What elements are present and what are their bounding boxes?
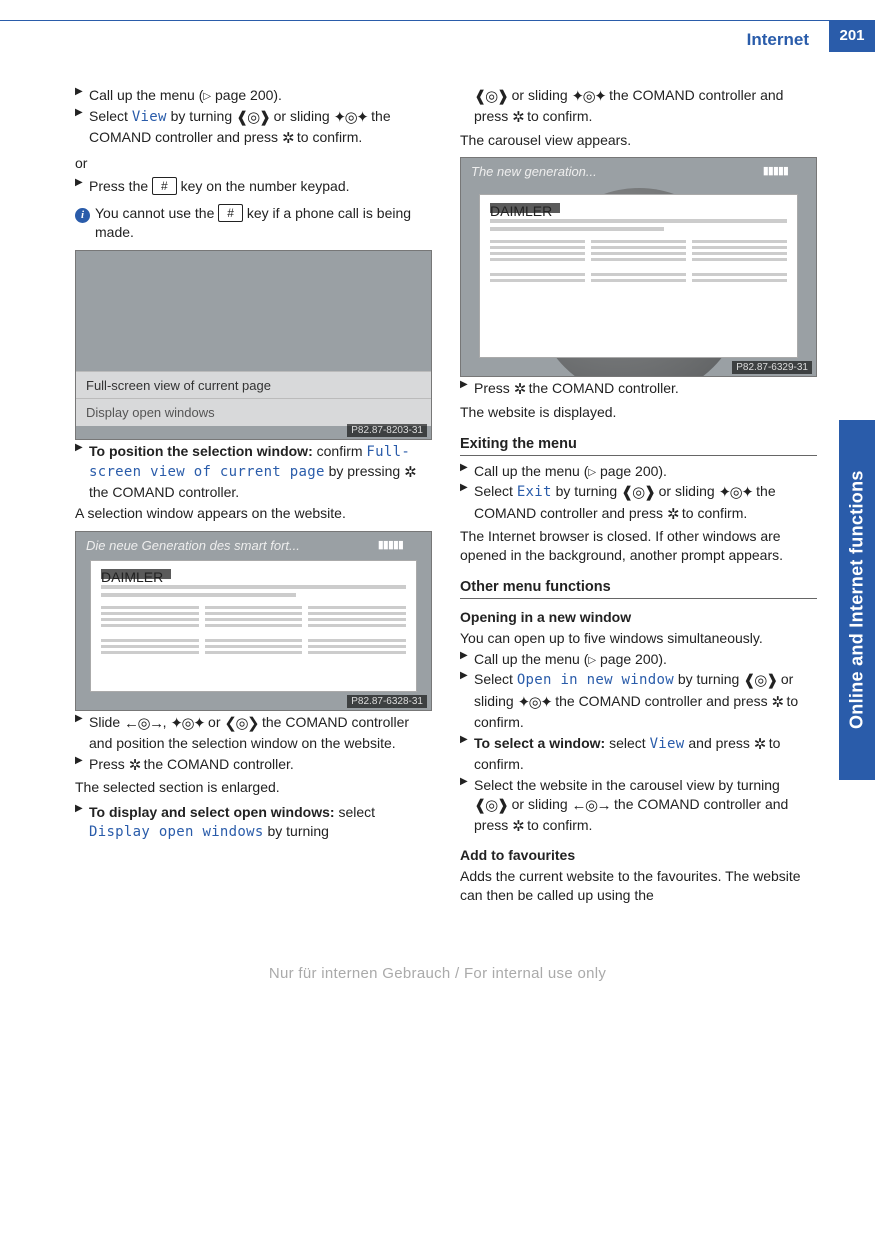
screenshot-label: P82.87-6328-31 [347, 695, 427, 708]
heading-other-menu: Other menu functions [460, 579, 817, 599]
press-icon: ✲ [667, 506, 678, 523]
paragraph: Adds the current website to the favourit… [460, 867, 817, 905]
step-marker-icon: ▶ [75, 802, 89, 841]
hash-key-icon: # [152, 177, 177, 195]
step-marker-icon: ▶ [75, 712, 89, 752]
step-marker-icon: ▶ [75, 754, 89, 775]
or-separator: or [75, 155, 432, 171]
step-marker-icon: ▶ [460, 461, 474, 480]
paragraph: You can open up to five windows simultan… [460, 629, 817, 648]
slide-vertical-icon: ✦◎✦ [334, 109, 368, 126]
step-result: The selected section is enlarged. [75, 778, 432, 797]
step-select-website-carousel: ▶ Select the website in the carousel vie… [460, 776, 817, 837]
screenshot-title: Die neue Generation des smart fort... [86, 538, 300, 553]
rotate-diag-icon: ❮◎❯ [224, 715, 258, 732]
screenshot-webpage: DAIMLER [479, 194, 798, 358]
step-marker-icon: ▶ [460, 378, 474, 399]
step-continuation: ❰◎❱ or sliding ✦◎✦ the COMAND controller… [474, 86, 817, 129]
page-number: 201 [829, 20, 875, 52]
right-column: ❰◎❱ or sliding ✦◎✦ the COMAND controller… [460, 84, 817, 907]
footer-text: Nur für internen Gebrauch / For internal… [0, 965, 875, 1002]
step-marker-icon: ▶ [460, 775, 474, 836]
step-marker-icon: ▶ [75, 176, 89, 195]
rotate-icon: ❰◎❱ [236, 109, 270, 126]
menu-view: View [650, 736, 685, 752]
rotate-icon: ❰◎❱ [474, 797, 508, 814]
heading-exiting-menu: Exiting the menu [460, 436, 817, 456]
step-select-exit: ▶ Select Exit by turning ❰◎❱ or sliding … [460, 482, 817, 525]
hash-key-icon: # [218, 204, 243, 222]
screenshot-website-selection: Die neue Generation des smart fort... ▮▮… [75, 531, 432, 711]
step-select-open-new-window: ▶ Select Open in new window by turning ❰… [460, 670, 817, 731]
step-position-selection: ▶ To position the selection window: conf… [75, 442, 432, 502]
rotate-icon: ❰◎❱ [621, 484, 655, 501]
header-title: Internet [747, 30, 809, 50]
screenshot-view-menu: Full-screen view of current page Display… [75, 250, 432, 440]
section-tab: Online and Internet functions [839, 420, 875, 780]
rotate-icon: ❰◎❱ [474, 88, 508, 105]
screenshot-title: The new generation... [471, 164, 597, 179]
step-marker-icon: ▶ [75, 106, 89, 149]
press-icon: ✲ [512, 818, 523, 835]
subheading-add-favourites: Add to favourites [460, 847, 817, 863]
step-marker-icon: ▶ [75, 85, 89, 104]
menu-display-open-windows: Display open windows [89, 824, 264, 840]
slide-vertical-icon: ✦◎✦ [719, 484, 753, 501]
slide-vertical-icon: ✦◎✦ [518, 694, 552, 711]
step-press-controller: ▶ Press ✲ the COMAND controller. [460, 379, 817, 400]
step-callup-menu: ▶ Call up the menu (▷ page 200). [460, 462, 817, 481]
page-ref-icon: ▷ [203, 91, 211, 102]
slide-vertical-icon: ✦◎✦ [572, 88, 606, 105]
step-result: The carousel view appears. [460, 131, 817, 150]
subheading-open-new-window: Opening in a new window [460, 609, 817, 625]
step-display-open-windows: ▶ To display and select open windows: se… [75, 803, 432, 842]
step-press-controller: ▶ Press ✲ the COMAND controller. [75, 755, 432, 776]
step-result: The website is displayed. [460, 403, 817, 422]
press-icon: ✲ [772, 694, 783, 711]
step-press-hash: ▶ Press the # key on the number keypad. [75, 177, 432, 196]
signal-bars-icon: ▮▮▮▮▮ [763, 164, 788, 177]
info-note: i You cannot use the # key if a phone ca… [75, 204, 432, 242]
step-select-window: ▶ To select a window: select View and pr… [460, 734, 817, 774]
press-icon: ✲ [754, 736, 765, 753]
slide-vertical-icon: ✦◎✦ [170, 715, 204, 732]
step-result: The Internet browser is closed. If other… [460, 527, 817, 565]
step-marker-icon: ▶ [460, 669, 474, 730]
page-ref-icon: ▷ [588, 467, 596, 478]
screenshot-label: P82.87-6329-31 [732, 361, 812, 374]
screenshot-carousel-view: The new generation... ▮▮▮▮▮ DAIMLER P82.… [460, 157, 817, 377]
rotate-icon: ❰◎❱ [743, 672, 777, 689]
step-marker-icon: ▶ [460, 733, 474, 773]
left-column: ▶ Call up the menu (▷ page 200). ▶ Selec… [75, 84, 432, 907]
menu-view: View [132, 109, 167, 125]
screenshot-menu-item: Display open windows [76, 398, 431, 426]
step-callup-menu: ▶ Call up the menu (▷ page 200). [460, 650, 817, 669]
screenshot-label: P82.87-8203-31 [347, 424, 427, 437]
press-icon: ✲ [512, 109, 523, 126]
step-marker-icon: ▶ [460, 481, 474, 524]
step-marker-icon: ▶ [75, 441, 89, 501]
slide-horizontal-icon: ←◎→ [124, 715, 163, 732]
menu-exit: Exit [517, 484, 552, 500]
slide-horizontal-icon: ←◎→ [572, 797, 611, 814]
step-slide-controller: ▶ Slide ←◎→, ✦◎✦ or ❮◎❯ the COMAND contr… [75, 713, 432, 753]
page-ref-icon: ▷ [588, 655, 596, 666]
step-result: A selection window appears on the websit… [75, 504, 432, 523]
step-marker-icon: ▶ [460, 649, 474, 668]
signal-bars-icon: ▮▮▮▮▮ [378, 538, 403, 551]
step-callup-menu: ▶ Call up the menu (▷ page 200). [75, 86, 432, 105]
step-select-view: ▶ Select View by turning ❰◎❱ or sliding … [75, 107, 432, 150]
menu-open-new-window: Open in new window [517, 672, 674, 688]
screenshot-menu-item: Full-screen view of current page [76, 371, 431, 399]
page-header: Internet [0, 20, 875, 52]
press-icon: ✲ [282, 130, 293, 147]
content-area: ▶ Call up the menu (▷ page 200). ▶ Selec… [0, 0, 875, 947]
info-icon: i [75, 208, 90, 223]
screenshot-webpage: DAIMLER [90, 560, 417, 692]
press-icon: ✲ [514, 381, 525, 398]
press-icon: ✲ [404, 464, 415, 481]
press-icon: ✲ [129, 757, 140, 774]
